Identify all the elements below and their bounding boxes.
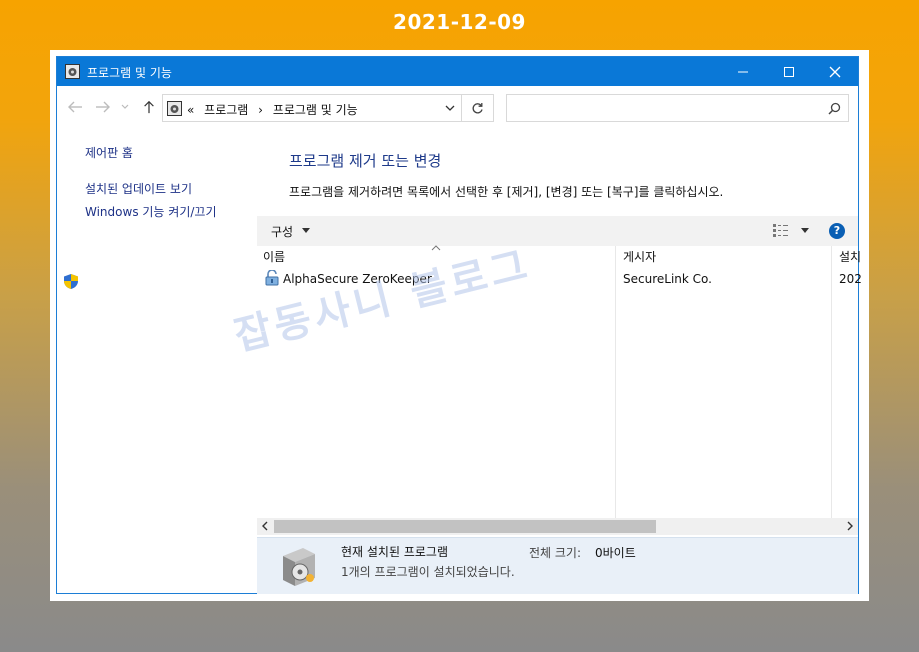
column-header-publisher[interactable]: 게시자 <box>623 248 656 265</box>
window-title: 프로그램 및 기능 <box>87 66 172 80</box>
search-input[interactable] <box>513 96 817 122</box>
details-size-value: 0바이트 <box>595 546 636 560</box>
command-bar: 구성 ? <box>257 216 858 246</box>
chevron-down-icon[interactable] <box>302 228 310 233</box>
breadcrumb: « 프로그램 › 프로그램 및 기능 <box>187 101 364 118</box>
help-icon[interactable]: ? <box>829 223 845 239</box>
uac-shield-icon <box>64 274 78 289</box>
column-header-installed-on[interactable]: 설치 <box>839 248 861 265</box>
programs-window: 프로그램 및 기능 « 프로그램 › 프로그램 및 기능 제어판 홈 설치된 업… <box>56 56 862 594</box>
breadcrumb-programs[interactable]: 프로그램 <box>204 103 248 117</box>
scrollbar-thumb[interactable] <box>274 520 656 533</box>
address-bar[interactable]: « 프로그램 › 프로그램 및 기능 <box>162 94 462 122</box>
scroll-right-icon[interactable] <box>847 521 854 531</box>
control-panel-home-link[interactable]: 제어판 홈 <box>85 144 133 161</box>
navigation-toolbar: « 프로그램 › 프로그램 및 기능 <box>57 86 858 128</box>
program-installed-on: 202 <box>839 272 862 286</box>
main-pane: 프로그램 제거 또는 변경 프로그램을 제거하려면 목록에서 선택한 후 [제거… <box>257 128 862 594</box>
maximize-icon <box>784 67 794 77</box>
refresh-button[interactable] <box>462 94 494 122</box>
horizontal-scrollbar[interactable] <box>257 518 858 535</box>
breadcrumb-separator[interactable]: › <box>258 103 263 117</box>
breadcrumb-overflow[interactable]: « <box>187 103 194 117</box>
column-header-name[interactable]: 이름 <box>263 248 285 265</box>
search-box[interactable] <box>506 94 849 122</box>
recent-locations-chevron-icon[interactable] <box>121 104 129 110</box>
lock-icon <box>265 270 279 286</box>
minimize-icon <box>738 71 748 73</box>
page-title: 프로그램 제거 또는 변경 <box>289 152 442 170</box>
details-count: 1개의 프로그램이 설치되었습니다. <box>341 565 515 579</box>
details-pane: 현재 설치된 프로그램 전체 크기: 0바이트 1개의 프로그램이 설치되었습니… <box>257 537 858 594</box>
breadcrumb-programs-features[interactable]: 프로그램 및 기능 <box>273 103 358 117</box>
program-publisher: SecureLink Co. <box>623 272 712 286</box>
details-size-label: 전체 크기: <box>529 546 582 560</box>
view-list-icon[interactable] <box>773 224 789 237</box>
close-button[interactable] <box>812 57 858 86</box>
page-description: 프로그램을 제거하려면 목록에서 선택한 후 [제거], [변경] 또는 [복구… <box>289 185 724 199</box>
title-bar[interactable]: 프로그램 및 기능 <box>57 57 858 86</box>
minimize-button[interactable] <box>720 57 766 86</box>
date-banner: 2021-12-09 <box>393 10 526 34</box>
sort-ascending-icon <box>431 245 441 251</box>
control-panel-icon <box>167 101 182 116</box>
arrow-up-icon[interactable] <box>141 100 157 114</box>
maximize-button[interactable] <box>766 57 812 86</box>
left-task-pane: 제어판 홈 설치된 업데이트 보기 Windows 기능 켜기/끄기 <box>57 128 257 588</box>
close-icon <box>829 66 841 78</box>
program-package-icon <box>283 548 315 586</box>
arrow-right-icon[interactable] <box>95 100 111 114</box>
refresh-icon <box>472 103 483 114</box>
scroll-left-icon[interactable] <box>261 521 268 531</box>
view-installed-updates-link[interactable]: 설치된 업데이트 보기 <box>85 180 192 197</box>
details-title: 현재 설치된 프로그램 <box>341 545 448 559</box>
arrow-left-icon[interactable] <box>67 100 83 114</box>
search-icon[interactable] <box>828 102 841 115</box>
chevron-down-icon[interactable] <box>445 105 455 112</box>
organize-button[interactable]: 구성 <box>271 223 293 240</box>
control-panel-icon <box>65 64 80 79</box>
windows-features-link[interactable]: Windows 기능 켜기/끄기 <box>85 203 216 220</box>
chevron-down-icon[interactable] <box>801 228 809 233</box>
